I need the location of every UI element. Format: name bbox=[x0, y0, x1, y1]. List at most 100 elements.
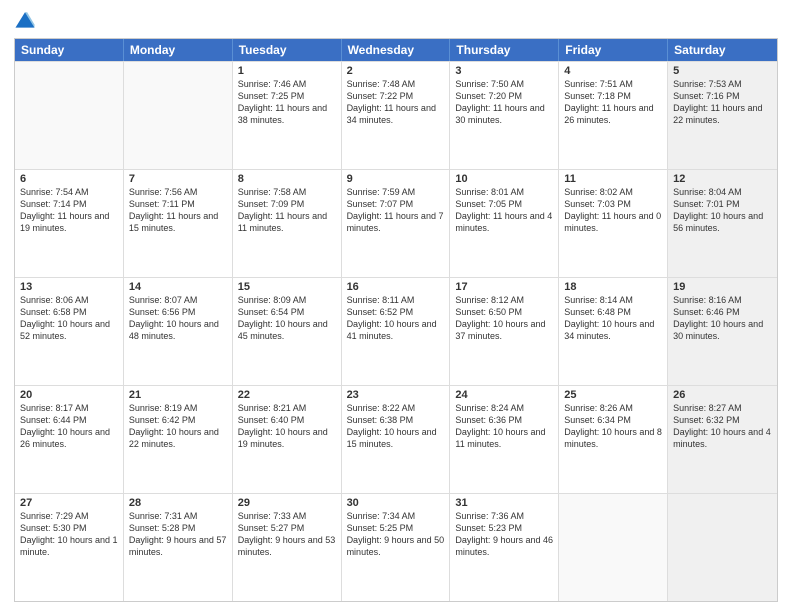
cell-content: Sunrise: 7:48 AM Sunset: 7:22 PM Dayligh… bbox=[347, 78, 445, 127]
cell-content: Sunrise: 8:11 AM Sunset: 6:52 PM Dayligh… bbox=[347, 294, 445, 343]
calendar-cell: 16Sunrise: 8:11 AM Sunset: 6:52 PM Dayli… bbox=[342, 278, 451, 385]
header bbox=[14, 10, 778, 32]
day-number: 17 bbox=[455, 281, 553, 293]
calendar-cell bbox=[668, 494, 777, 601]
day-number: 9 bbox=[347, 173, 445, 185]
calendar-week-3: 13Sunrise: 8:06 AM Sunset: 6:58 PM Dayli… bbox=[15, 277, 777, 385]
calendar-week-2: 6Sunrise: 7:54 AM Sunset: 7:14 PM Daylig… bbox=[15, 169, 777, 277]
calendar-cell: 11Sunrise: 8:02 AM Sunset: 7:03 PM Dayli… bbox=[559, 170, 668, 277]
cell-content: Sunrise: 7:33 AM Sunset: 5:27 PM Dayligh… bbox=[238, 510, 336, 559]
day-number: 16 bbox=[347, 281, 445, 293]
calendar-cell: 10Sunrise: 8:01 AM Sunset: 7:05 PM Dayli… bbox=[450, 170, 559, 277]
cell-content: Sunrise: 8:21 AM Sunset: 6:40 PM Dayligh… bbox=[238, 402, 336, 451]
cell-content: Sunrise: 8:12 AM Sunset: 6:50 PM Dayligh… bbox=[455, 294, 553, 343]
day-number: 20 bbox=[20, 389, 118, 401]
cell-content: Sunrise: 8:27 AM Sunset: 6:32 PM Dayligh… bbox=[673, 402, 772, 451]
calendar-cell bbox=[124, 62, 233, 169]
cell-content: Sunrise: 8:14 AM Sunset: 6:48 PM Dayligh… bbox=[564, 294, 662, 343]
logo bbox=[14, 10, 38, 32]
cell-content: Sunrise: 8:24 AM Sunset: 6:36 PM Dayligh… bbox=[455, 402, 553, 451]
cell-content: Sunrise: 7:36 AM Sunset: 5:23 PM Dayligh… bbox=[455, 510, 553, 559]
day-number: 1 bbox=[238, 65, 336, 77]
day-number: 12 bbox=[673, 173, 772, 185]
cell-content: Sunrise: 8:02 AM Sunset: 7:03 PM Dayligh… bbox=[564, 186, 662, 235]
day-number: 11 bbox=[564, 173, 662, 185]
cell-content: Sunrise: 7:59 AM Sunset: 7:07 PM Dayligh… bbox=[347, 186, 445, 235]
cell-content: Sunrise: 7:31 AM Sunset: 5:28 PM Dayligh… bbox=[129, 510, 227, 559]
cell-content: Sunrise: 7:46 AM Sunset: 7:25 PM Dayligh… bbox=[238, 78, 336, 127]
day-number: 3 bbox=[455, 65, 553, 77]
calendar-week-5: 27Sunrise: 7:29 AM Sunset: 5:30 PM Dayli… bbox=[15, 493, 777, 601]
day-number: 18 bbox=[564, 281, 662, 293]
cell-content: Sunrise: 7:29 AM Sunset: 5:30 PM Dayligh… bbox=[20, 510, 118, 559]
calendar-cell: 18Sunrise: 8:14 AM Sunset: 6:48 PM Dayli… bbox=[559, 278, 668, 385]
page: SundayMondayTuesdayWednesdayThursdayFrid… bbox=[0, 0, 792, 612]
day-number: 28 bbox=[129, 497, 227, 509]
day-number: 24 bbox=[455, 389, 553, 401]
day-number: 23 bbox=[347, 389, 445, 401]
day-number: 21 bbox=[129, 389, 227, 401]
cell-content: Sunrise: 7:51 AM Sunset: 7:18 PM Dayligh… bbox=[564, 78, 662, 127]
day-number: 31 bbox=[455, 497, 553, 509]
cell-content: Sunrise: 8:26 AM Sunset: 6:34 PM Dayligh… bbox=[564, 402, 662, 451]
calendar-week-1: 1Sunrise: 7:46 AM Sunset: 7:25 PM Daylig… bbox=[15, 61, 777, 169]
calendar-cell: 21Sunrise: 8:19 AM Sunset: 6:42 PM Dayli… bbox=[124, 386, 233, 493]
calendar-cell: 19Sunrise: 8:16 AM Sunset: 6:46 PM Dayli… bbox=[668, 278, 777, 385]
calendar-cell: 4Sunrise: 7:51 AM Sunset: 7:18 PM Daylig… bbox=[559, 62, 668, 169]
calendar-cell: 13Sunrise: 8:06 AM Sunset: 6:58 PM Dayli… bbox=[15, 278, 124, 385]
cell-content: Sunrise: 8:22 AM Sunset: 6:38 PM Dayligh… bbox=[347, 402, 445, 451]
header-day-wednesday: Wednesday bbox=[342, 39, 451, 61]
cell-content: Sunrise: 8:16 AM Sunset: 6:46 PM Dayligh… bbox=[673, 294, 772, 343]
calendar-cell: 23Sunrise: 8:22 AM Sunset: 6:38 PM Dayli… bbox=[342, 386, 451, 493]
day-number: 29 bbox=[238, 497, 336, 509]
day-number: 19 bbox=[673, 281, 772, 293]
day-number: 15 bbox=[238, 281, 336, 293]
calendar-cell: 30Sunrise: 7:34 AM Sunset: 5:25 PM Dayli… bbox=[342, 494, 451, 601]
cell-content: Sunrise: 8:09 AM Sunset: 6:54 PM Dayligh… bbox=[238, 294, 336, 343]
cell-content: Sunrise: 7:53 AM Sunset: 7:16 PM Dayligh… bbox=[673, 78, 772, 127]
calendar-cell: 1Sunrise: 7:46 AM Sunset: 7:25 PM Daylig… bbox=[233, 62, 342, 169]
cell-content: Sunrise: 7:58 AM Sunset: 7:09 PM Dayligh… bbox=[238, 186, 336, 235]
calendar-cell bbox=[15, 62, 124, 169]
calendar-cell: 27Sunrise: 7:29 AM Sunset: 5:30 PM Dayli… bbox=[15, 494, 124, 601]
calendar-cell: 7Sunrise: 7:56 AM Sunset: 7:11 PM Daylig… bbox=[124, 170, 233, 277]
cell-content: Sunrise: 7:54 AM Sunset: 7:14 PM Dayligh… bbox=[20, 186, 118, 235]
day-number: 10 bbox=[455, 173, 553, 185]
header-day-friday: Friday bbox=[559, 39, 668, 61]
day-number: 25 bbox=[564, 389, 662, 401]
day-number: 6 bbox=[20, 173, 118, 185]
cell-content: Sunrise: 8:19 AM Sunset: 6:42 PM Dayligh… bbox=[129, 402, 227, 451]
calendar-cell: 20Sunrise: 8:17 AM Sunset: 6:44 PM Dayli… bbox=[15, 386, 124, 493]
cell-content: Sunrise: 8:06 AM Sunset: 6:58 PM Dayligh… bbox=[20, 294, 118, 343]
day-number: 2 bbox=[347, 65, 445, 77]
day-number: 22 bbox=[238, 389, 336, 401]
calendar-cell: 24Sunrise: 8:24 AM Sunset: 6:36 PM Dayli… bbox=[450, 386, 559, 493]
calendar-cell: 5Sunrise: 7:53 AM Sunset: 7:16 PM Daylig… bbox=[668, 62, 777, 169]
header-day-saturday: Saturday bbox=[668, 39, 777, 61]
day-number: 26 bbox=[673, 389, 772, 401]
calendar-cell: 22Sunrise: 8:21 AM Sunset: 6:40 PM Dayli… bbox=[233, 386, 342, 493]
calendar-cell: 14Sunrise: 8:07 AM Sunset: 6:56 PM Dayli… bbox=[124, 278, 233, 385]
calendar-cell: 15Sunrise: 8:09 AM Sunset: 6:54 PM Dayli… bbox=[233, 278, 342, 385]
logo-icon bbox=[14, 10, 36, 32]
calendar-cell: 8Sunrise: 7:58 AM Sunset: 7:09 PM Daylig… bbox=[233, 170, 342, 277]
calendar-header: SundayMondayTuesdayWednesdayThursdayFrid… bbox=[15, 39, 777, 61]
day-number: 27 bbox=[20, 497, 118, 509]
header-day-tuesday: Tuesday bbox=[233, 39, 342, 61]
calendar-cell: 2Sunrise: 7:48 AM Sunset: 7:22 PM Daylig… bbox=[342, 62, 451, 169]
day-number: 30 bbox=[347, 497, 445, 509]
cell-content: Sunrise: 7:50 AM Sunset: 7:20 PM Dayligh… bbox=[455, 78, 553, 127]
calendar-cell: 29Sunrise: 7:33 AM Sunset: 5:27 PM Dayli… bbox=[233, 494, 342, 601]
day-number: 5 bbox=[673, 65, 772, 77]
calendar: SundayMondayTuesdayWednesdayThursdayFrid… bbox=[14, 38, 778, 602]
day-number: 13 bbox=[20, 281, 118, 293]
calendar-cell: 25Sunrise: 8:26 AM Sunset: 6:34 PM Dayli… bbox=[559, 386, 668, 493]
calendar-week-4: 20Sunrise: 8:17 AM Sunset: 6:44 PM Dayli… bbox=[15, 385, 777, 493]
calendar-cell: 3Sunrise: 7:50 AM Sunset: 7:20 PM Daylig… bbox=[450, 62, 559, 169]
cell-content: Sunrise: 8:07 AM Sunset: 6:56 PM Dayligh… bbox=[129, 294, 227, 343]
calendar-cell bbox=[559, 494, 668, 601]
calendar-cell: 17Sunrise: 8:12 AM Sunset: 6:50 PM Dayli… bbox=[450, 278, 559, 385]
cell-content: Sunrise: 8:17 AM Sunset: 6:44 PM Dayligh… bbox=[20, 402, 118, 451]
calendar-cell: 6Sunrise: 7:54 AM Sunset: 7:14 PM Daylig… bbox=[15, 170, 124, 277]
calendar-cell: 9Sunrise: 7:59 AM Sunset: 7:07 PM Daylig… bbox=[342, 170, 451, 277]
